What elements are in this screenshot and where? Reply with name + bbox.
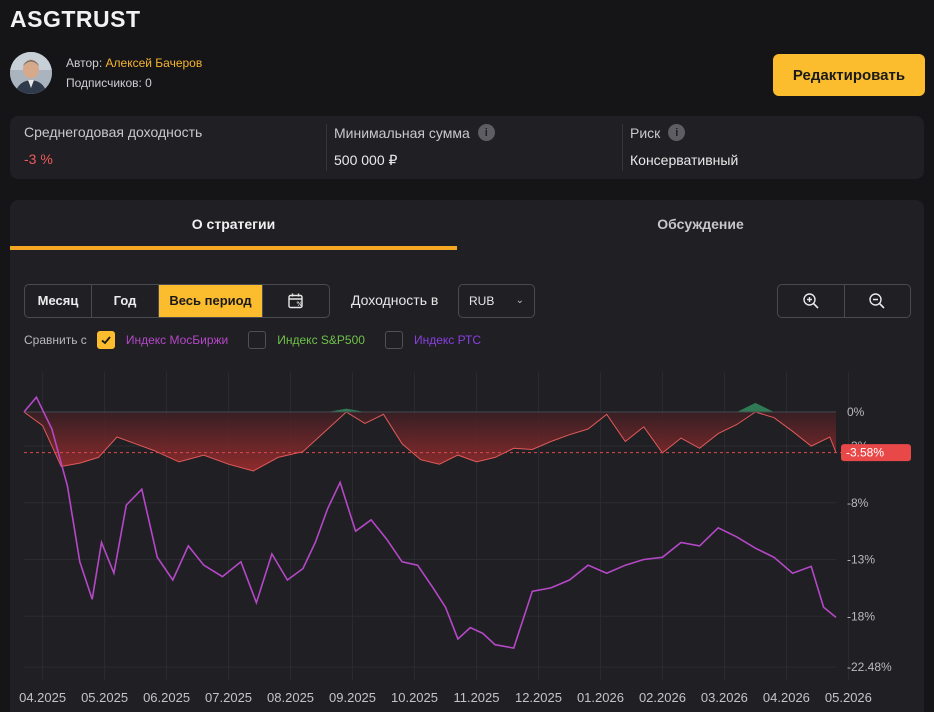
- x-tick-label: 10.2025: [391, 690, 438, 705]
- x-tick-label: 05.2026: [825, 690, 872, 705]
- x-tick-label: 04.2026: [763, 690, 810, 705]
- x-tick-label: 09.2025: [329, 690, 376, 705]
- x-tick-label: 06.2025: [143, 690, 190, 705]
- x-tick-label: 08.2025: [267, 690, 314, 705]
- y-tick-label: 0%: [847, 405, 865, 419]
- y-tick-label: -8%: [847, 496, 869, 510]
- x-tick-label: 03.2026: [701, 690, 748, 705]
- x-tick-label: 04.2025: [19, 690, 66, 705]
- x-tick-label: 07.2025: [205, 690, 252, 705]
- x-tick-label: 01.2026: [577, 690, 624, 705]
- current-value-label: -3.58%: [846, 446, 884, 460]
- yield-chart[interactable]: 0%-3%-8%-13%-18%-22.48% 04.202505.202506…: [0, 0, 934, 712]
- x-tick-label: 11.2025: [453, 690, 499, 705]
- y-tick-label: -18%: [847, 609, 875, 623]
- x-tick-label: 02.2026: [639, 690, 686, 705]
- current-value-badge: -3.58%: [841, 444, 911, 462]
- x-tick-label: 12.2025: [515, 690, 562, 705]
- strategy-positive-area: [24, 402, 836, 412]
- y-tick-label: -22.48%: [847, 660, 892, 674]
- y-tick-label: -13%: [847, 553, 875, 567]
- x-tick-label: 05.2025: [81, 690, 128, 705]
